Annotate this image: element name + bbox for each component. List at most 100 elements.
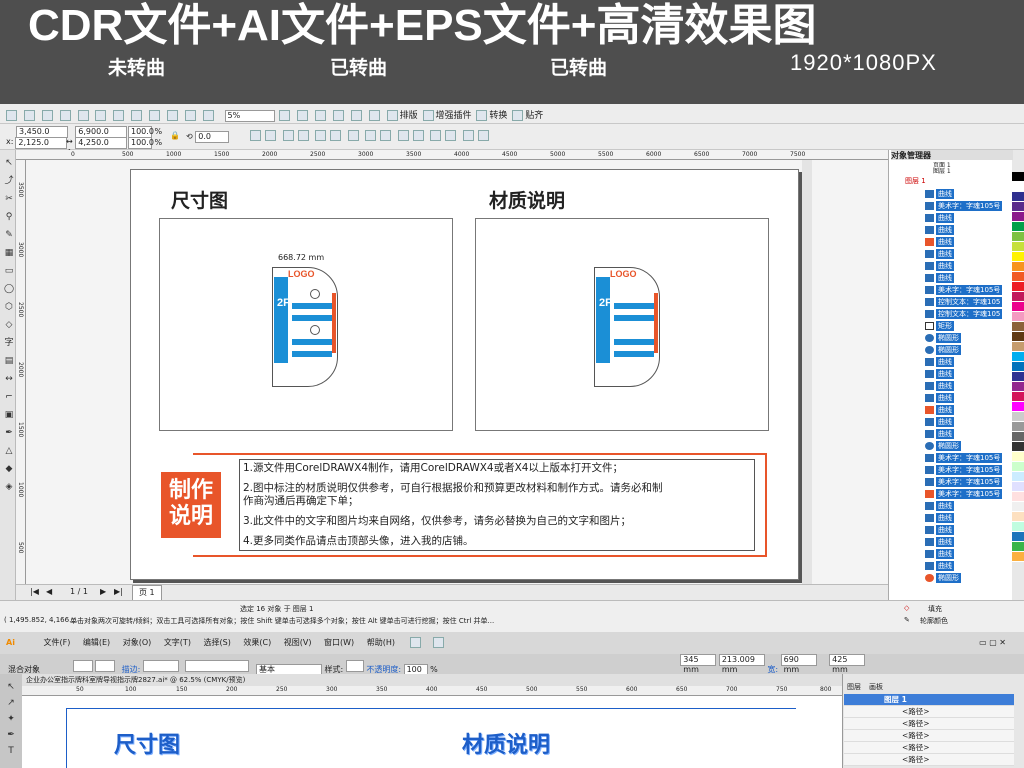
pan-icon[interactable] xyxy=(368,110,380,121)
connector-tool-icon[interactable]: ⌐ xyxy=(3,392,15,403)
color-swatch[interactable] xyxy=(1012,202,1024,212)
new-icon[interactable] xyxy=(6,110,17,121)
height-input[interactable]: 4,250.0 mm xyxy=(75,137,128,157)
width-label[interactable]: 宽: xyxy=(767,665,778,674)
object-row[interactable]: 控制文本：字魂105 xyxy=(889,308,1013,320)
ai-artboard-area[interactable]: 尺寸图 材质说明 xyxy=(22,696,842,768)
stroke-color-select[interactable] xyxy=(95,660,116,672)
dimension-tool-icon[interactable]: ↔ xyxy=(3,374,15,385)
color-swatch[interactable] xyxy=(1012,492,1024,502)
mirror-h-icon[interactable] xyxy=(250,130,261,141)
opacity-label[interactable]: 不透明度: xyxy=(366,665,401,674)
color-swatch[interactable] xyxy=(1012,222,1024,232)
h-input[interactable]: 425 mm xyxy=(829,654,866,674)
object-row[interactable]: 曲线 xyxy=(889,188,1013,200)
color-swatch[interactable] xyxy=(1012,462,1024,472)
object-row[interactable]: 曲线 xyxy=(889,536,1013,548)
color-swatch[interactable] xyxy=(1012,252,1024,262)
break-apart-icon[interactable] xyxy=(347,130,359,141)
snap-icon[interactable] xyxy=(512,110,524,121)
ai-document-tab[interactable]: 企业办公室指示牌科室牌导视指示牌2827.ai* @ 62.5% (CMYK/预… xyxy=(22,674,842,686)
color-swatch[interactable] xyxy=(1012,402,1024,412)
object-row[interactable]: 美术字：字魂105号 xyxy=(889,476,1013,488)
menu-help[interactable]: 帮助(H) xyxy=(367,638,395,647)
x-input[interactable]: 345 mm xyxy=(680,654,717,674)
table-tool-icon[interactable]: ▤ xyxy=(3,356,15,367)
plugin-icon[interactable] xyxy=(422,110,434,121)
intersect-icon[interactable] xyxy=(397,130,409,141)
color-swatch[interactable] xyxy=(1012,272,1024,282)
last-page-icon[interactable]: ▶| xyxy=(114,585,123,599)
color-swatch[interactable] xyxy=(1012,422,1024,432)
rectangle-tool-icon[interactable]: ▭ xyxy=(3,266,15,277)
shape-tool-icon[interactable]: ⤴ xyxy=(3,176,15,187)
color-swatch[interactable] xyxy=(1012,352,1024,362)
save-icon[interactable] xyxy=(41,110,53,121)
object-row[interactable]: 美术字：字魂105号 xyxy=(889,284,1013,296)
simplify-icon[interactable] xyxy=(412,130,424,141)
color-swatch[interactable] xyxy=(1012,212,1024,222)
selection-tool-icon[interactable]: ↖ xyxy=(5,682,17,693)
color-swatch[interactable] xyxy=(1012,312,1024,322)
color-swatch[interactable] xyxy=(1012,382,1024,392)
outline-indicator-icon[interactable]: ✎ xyxy=(904,616,910,624)
mirror-v-icon[interactable] xyxy=(265,130,276,141)
color-swatch[interactable] xyxy=(1012,482,1024,492)
color-swatch[interactable] xyxy=(1012,432,1024,442)
basic-shapes-icon[interactable]: ◇ xyxy=(3,320,15,331)
object-row[interactable]: 椭圆形 xyxy=(889,440,1013,452)
object-row[interactable]: 曲线 xyxy=(889,392,1013,404)
object-row[interactable]: 曲线 xyxy=(889,248,1013,260)
layers-tab[interactable]: 图层 xyxy=(847,682,861,692)
color-swatch[interactable] xyxy=(1012,242,1024,252)
direct-selection-tool-icon[interactable]: ↗ xyxy=(5,698,17,709)
combine-icon[interactable] xyxy=(330,130,342,141)
arrange-docs-icon[interactable] xyxy=(432,637,444,648)
app-launcher-icon[interactable] xyxy=(202,110,214,121)
object-row[interactable]: 曲线 xyxy=(889,260,1013,272)
color-swatch[interactable] xyxy=(1012,322,1024,332)
zoom-in-icon[interactable] xyxy=(279,110,291,121)
color-swatch[interactable] xyxy=(1012,392,1024,402)
drawing-page[interactable]: 尺寸图 668.72 mm 2F LOGO 材质说明 2F LOGO 制作 说明… xyxy=(130,169,799,580)
cmd-layout[interactable]: 排版 xyxy=(400,111,418,121)
object-row[interactable]: 曲线 xyxy=(889,212,1013,224)
object-row[interactable]: 曲线 xyxy=(889,404,1013,416)
y-position-input[interactable]: 2,125.0 mm xyxy=(15,137,68,157)
w-input[interactable]: 690 mm xyxy=(780,654,817,674)
object-list[interactable]: 曲线 美术字：字魂105号 曲线 曲线 曲线 曲线 曲线 曲线 美术字：字魂105号 控制文本：字… xyxy=(889,188,1013,600)
menu-edit[interactable]: 编辑(E) xyxy=(83,638,110,647)
object-row[interactable]: 椭圆形 xyxy=(889,332,1013,344)
weld-icon[interactable] xyxy=(365,130,377,141)
color-swatch[interactable] xyxy=(1012,232,1024,242)
ai-path-row[interactable]: <路径> xyxy=(844,718,1014,730)
crop-tool-icon[interactable]: ✂ xyxy=(3,194,15,205)
menu-file[interactable]: 文件(F) xyxy=(43,638,70,647)
object-row[interactable]: 曲线 xyxy=(889,500,1013,512)
object-row[interactable]: 曲线 xyxy=(889,368,1013,380)
first-page-icon[interactable]: |◀ xyxy=(30,585,39,599)
print-icon[interactable] xyxy=(59,110,71,121)
color-palette[interactable] xyxy=(1012,172,1024,600)
color-swatch[interactable] xyxy=(1012,412,1024,422)
zoom-select-icon[interactable] xyxy=(350,110,362,121)
next-page-icon[interactable]: ▶ xyxy=(100,585,106,599)
color-swatch[interactable] xyxy=(1012,512,1024,522)
color-swatch[interactable] xyxy=(1012,292,1024,302)
object-row[interactable]: 美术字：字魂105号 xyxy=(889,488,1013,500)
copy-icon[interactable] xyxy=(95,110,107,121)
type-tool-icon[interactable]: T xyxy=(5,746,17,757)
lock-ratio-icon[interactable]: 🔒 xyxy=(170,131,180,140)
color-swatch[interactable] xyxy=(1012,502,1024,512)
color-swatch[interactable] xyxy=(1012,332,1024,342)
color-swatch[interactable] xyxy=(1012,452,1024,462)
fill-select[interactable] xyxy=(72,660,93,672)
material-drawing-frame[interactable]: 2F LOGO xyxy=(475,218,769,431)
layout-icon[interactable] xyxy=(386,110,398,121)
menu-object[interactable]: 对象(O) xyxy=(123,638,152,647)
freehand-tool-icon[interactable]: ✎ xyxy=(3,230,15,241)
object-row[interactable]: 曲线 xyxy=(889,416,1013,428)
drawing-canvas[interactable]: 尺寸图 668.72 mm 2F LOGO 材质说明 2F LOGO 制作 说明… xyxy=(26,160,888,584)
variable-width-select[interactable] xyxy=(185,660,250,672)
object-row[interactable]: 矩形 xyxy=(889,320,1013,332)
